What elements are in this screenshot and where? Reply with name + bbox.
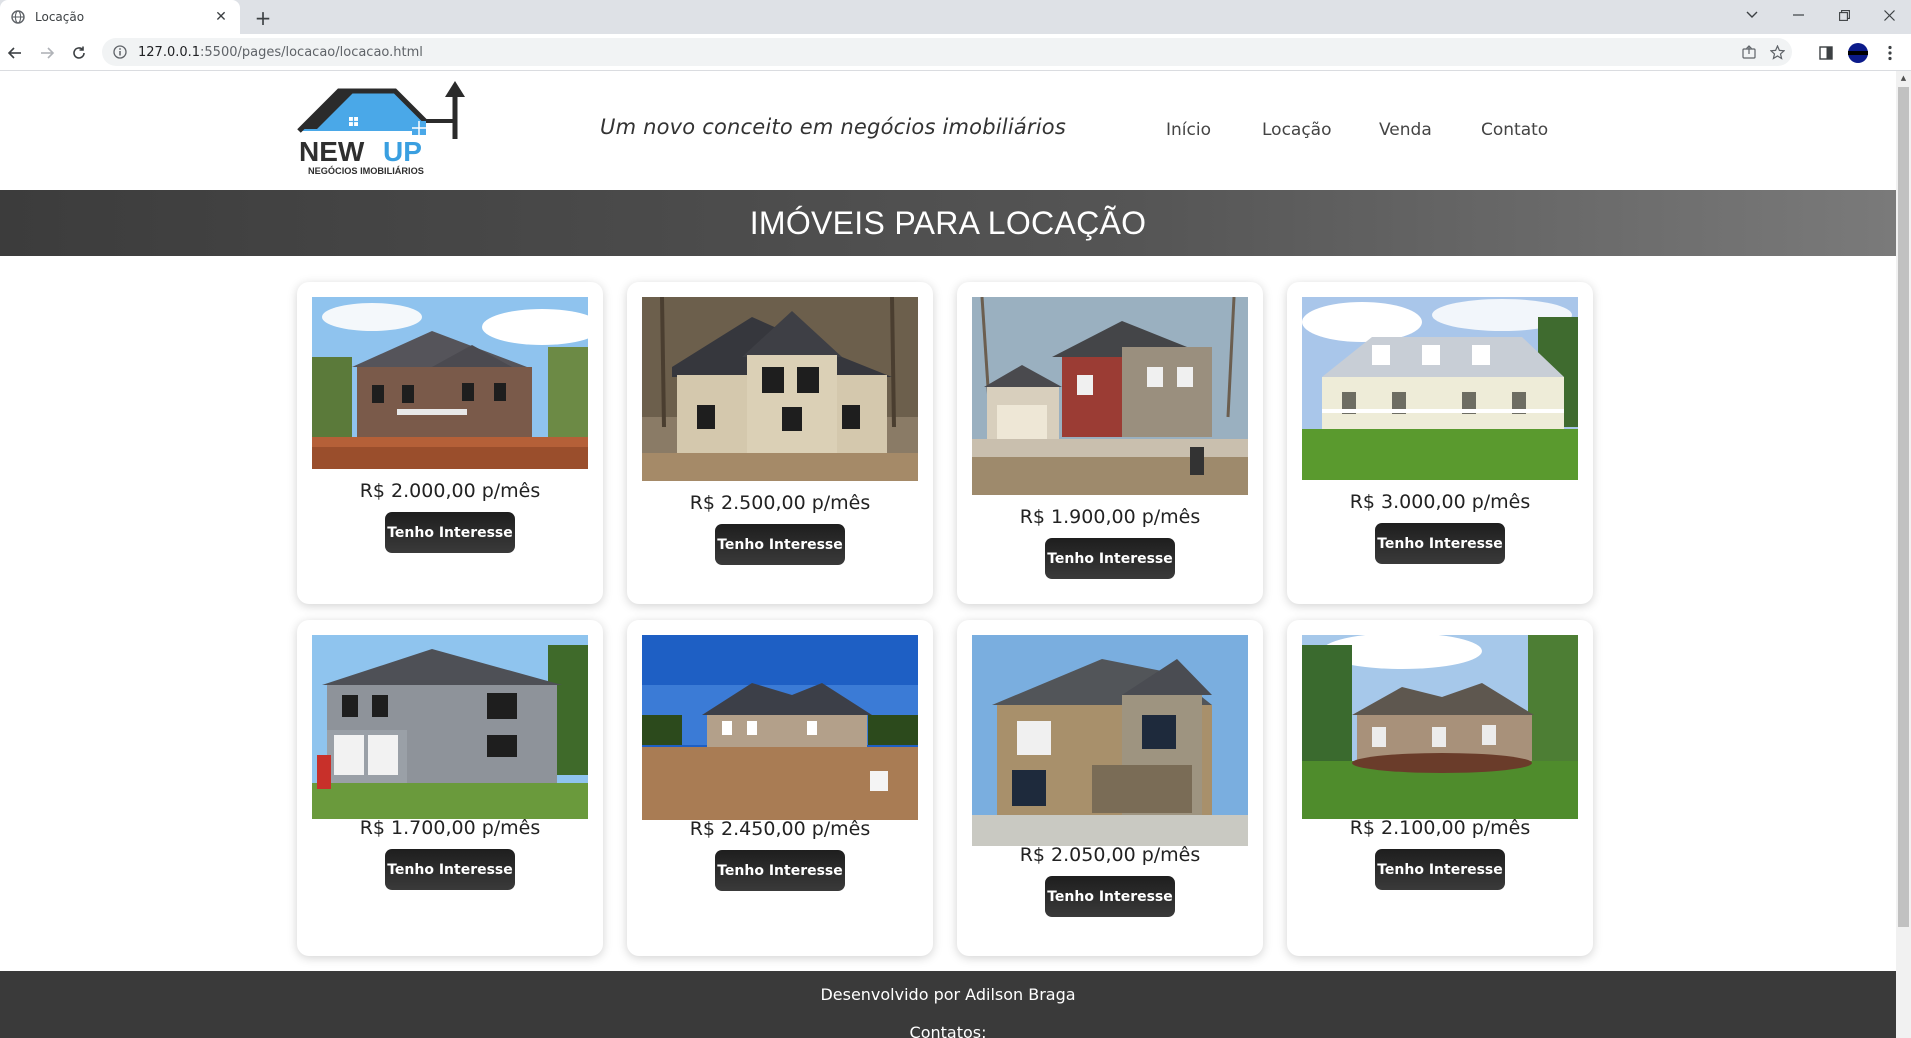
house-photo [1302, 635, 1578, 819]
house-photo [312, 297, 588, 469]
tab-search-icon[interactable] [1730, 0, 1774, 30]
logo[interactable]: NEW UP NEGÓCIOS IMOBILIÁRIOS [295, 81, 465, 181]
page-banner: IMÓVEIS PARA LOCAÇÃO [0, 190, 1896, 256]
profile-avatar[interactable] [1847, 42, 1869, 64]
nav-link-contato[interactable]: Contato [1481, 120, 1548, 140]
house-photo [972, 297, 1248, 495]
browser-tab-strip: Locação ✕ + [0, 0, 1911, 34]
url-host: 127.0.0.1 [138, 44, 201, 60]
page-scrollbar[interactable]: ▲ [1896, 71, 1911, 1038]
footer-contact-label: Contatos: [909, 1023, 987, 1038]
price-label: R$ 2.450,00 p/mês [689, 818, 871, 840]
property-card: R$ 2.100,00 p/mês Tenho Interesse [1287, 620, 1593, 956]
scrollbar-thumb[interactable] [1898, 87, 1909, 927]
price-label: R$ 3.000,00 p/mês [1349, 491, 1531, 513]
page-title: IMÓVEIS PARA LOCAÇÃO [749, 204, 1147, 241]
page-viewport: NEW UP NEGÓCIOS IMOBILIÁRIOS Um novo con… [0, 71, 1896, 1038]
url-text: 127.0.0.1:5500/pages/locacao/locacao.htm… [138, 45, 423, 60]
site-header: NEW UP NEGÓCIOS IMOBILIÁRIOS Um novo con… [0, 71, 1896, 190]
site-slogan: Um novo conceito em negócios imobiliário… [600, 115, 1066, 139]
share-icon[interactable] [1738, 41, 1760, 63]
logo-subtitle: NEGÓCIOS IMOBILIÁRIOS [308, 165, 424, 176]
minimize-icon[interactable] [1776, 0, 1820, 30]
price-label: R$ 2.000,00 p/mês [359, 480, 541, 502]
reload-icon[interactable] [68, 42, 90, 64]
price-label: R$ 2.050,00 p/mês [1019, 844, 1201, 866]
more-menu-icon[interactable] [1879, 42, 1901, 64]
interest-button[interactable]: Tenho Interesse [715, 524, 845, 565]
scroll-up-icon[interactable]: ▲ [1896, 71, 1911, 85]
interest-button[interactable]: Tenho Interesse [385, 849, 515, 890]
close-tab-icon[interactable]: ✕ [212, 8, 230, 26]
new-tab-icon[interactable]: + [252, 6, 274, 30]
bookmark-star-icon[interactable] [1766, 41, 1788, 63]
house-photo [972, 635, 1248, 846]
url-path: :5500/pages/locacao/locacao.html [200, 44, 423, 60]
interest-button[interactable]: Tenho Interesse [1375, 849, 1505, 890]
property-card: R$ 1.900,00 p/mês Tenho Interesse [957, 282, 1263, 604]
restore-icon[interactable] [1822, 0, 1866, 30]
property-card: R$ 2.500,00 p/mês Tenho Interesse [627, 282, 933, 604]
interest-button[interactable]: Tenho Interesse [1375, 523, 1505, 564]
browser-tab[interactable]: Locação ✕ [0, 0, 240, 34]
browser-toolbar: 127.0.0.1:5500/pages/locacao/locacao.htm… [0, 34, 1911, 71]
nav-link-locacao[interactable]: Locação [1262, 120, 1332, 140]
globe-icon [10, 9, 26, 25]
interest-button[interactable]: Tenho Interesse [1045, 538, 1175, 579]
site-info-icon[interactable] [112, 44, 128, 60]
logo-word-new: NEW [299, 136, 365, 167]
interest-button[interactable]: Tenho Interesse [715, 850, 845, 891]
close-window-icon[interactable] [1867, 0, 1911, 30]
interest-button[interactable]: Tenho Interesse [385, 512, 515, 553]
tab-title: Locação [35, 10, 85, 24]
property-card: R$ 1.700,00 p/mês Tenho Interesse [297, 620, 603, 956]
price-label: R$ 2.500,00 p/mês [689, 492, 871, 514]
property-card: R$ 2.050,00 p/mês Tenho Interesse [957, 620, 1263, 956]
house-photo [642, 635, 918, 820]
nav-link-inicio[interactable]: Início [1166, 120, 1211, 140]
forward-arrow-icon[interactable] [36, 42, 58, 64]
price-label: R$ 1.700,00 p/mês [359, 817, 541, 839]
back-arrow-icon[interactable] [4, 42, 26, 64]
site-footer: Desenvolvido por Adilson Braga Contatos: [0, 971, 1896, 1038]
house-photo [1302, 297, 1578, 480]
price-label: R$ 2.100,00 p/mês [1349, 817, 1531, 839]
price-label: R$ 1.900,00 p/mês [1019, 506, 1201, 528]
property-card: R$ 2.000,00 p/mês Tenho Interesse [297, 282, 603, 604]
address-bar[interactable]: 127.0.0.1:5500/pages/locacao/locacao.htm… [102, 38, 1792, 66]
house-photo [642, 297, 918, 481]
footer-credit: Desenvolvido por Adilson Braga [820, 985, 1076, 1004]
house-photo [312, 635, 588, 819]
interest-button[interactable]: Tenho Interesse [1045, 876, 1175, 917]
side-panel-icon[interactable] [1815, 42, 1837, 64]
property-card: R$ 3.000,00 p/mês Tenho Interesse [1287, 282, 1593, 604]
nav-link-venda[interactable]: Venda [1379, 120, 1432, 140]
logo-word-up: UP [383, 136, 422, 167]
property-card: R$ 2.450,00 p/mês Tenho Interesse [627, 620, 933, 956]
